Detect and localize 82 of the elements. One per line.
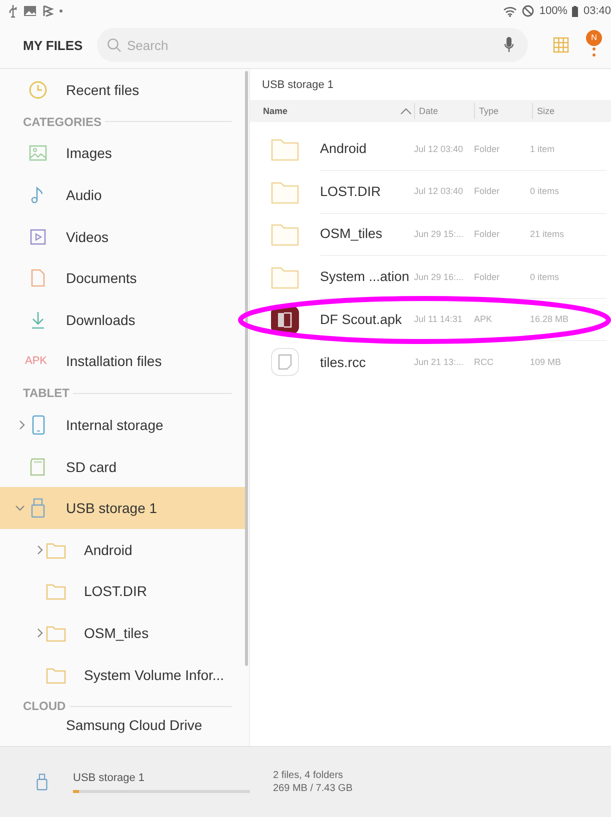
- sidebar-item[interactable]: Documents: [0, 257, 245, 299]
- folder-icon: [271, 265, 299, 290]
- sidebar-item[interactable]: System Volume Infor...: [0, 654, 245, 696]
- breadcrumb: USB storage 1: [261, 78, 335, 93]
- file-date: Jul 11 14:31: [414, 314, 464, 324]
- file-name: LOST.DIR: [320, 184, 382, 199]
- file-type: RCC: [474, 357, 494, 368]
- file-size: 21 items: [530, 228, 564, 239]
- battery-icon: [572, 6, 578, 16]
- file-size: 109 MB: [530, 357, 562, 368]
- search-field[interactable]: Search: [125, 36, 500, 54]
- sidebar-item[interactable]: OSM_tiles: [0, 612, 245, 654]
- file-date: Jul 12 03:40: [414, 186, 464, 196]
- app-title: MY FILES: [23, 38, 84, 52]
- file-row[interactable]: LOST.DIR Jul 12 03:40 Folder 0 items: [250, 170, 611, 214]
- file-icon: [271, 348, 299, 376]
- sidebar-item[interactable]: USB storage 1: [0, 487, 245, 529]
- file-size: 16.28 MB: [530, 314, 569, 324]
- image-icon: [23, 5, 37, 17]
- file-name: OSM_tiles: [320, 226, 384, 242]
- more-icon: [592, 47, 596, 57]
- column-header[interactable]: Name: [250, 103, 414, 119]
- section-header: CATEGORIES: [23, 114, 102, 129]
- sidebar-item[interactable]: Android: [0, 528, 245, 571]
- battery-percent: 100%: [539, 5, 568, 17]
- clock-time: 03:40: [583, 5, 611, 17]
- folder-icon: [271, 137, 299, 162]
- item-count: 2 files, 4 folders: [273, 770, 344, 781]
- file-type: APK: [474, 314, 494, 324]
- folder-icon: [271, 180, 299, 204]
- usb-icon: [8, 4, 18, 18]
- storage-used: 269 MB / 7.43 GB: [273, 783, 352, 794]
- file-type: Folder: [474, 186, 501, 196]
- search-icon: [107, 38, 121, 52]
- file-size: 0 items: [530, 186, 560, 196]
- file-size: 0 items: [530, 272, 560, 282]
- sidebar-item[interactable]: Downloads: [0, 298, 245, 341]
- notification-badge: N: [586, 30, 602, 46]
- file-type: Folder: [474, 228, 501, 239]
- sidebar-item[interactable]: LOST.DIR: [0, 570, 245, 612]
- file-row[interactable]: DF Scout.apk Jul 11 14:31 APK 16.28 MB: [250, 298, 611, 341]
- sidebar-item[interactable]: APK Installation files: [0, 340, 245, 382]
- search-bar[interactable]: Search: [97, 28, 528, 62]
- video-icon: [28, 226, 48, 247]
- file-date: Jun 21 13:...: [414, 357, 465, 368]
- folder-icon: [271, 222, 299, 246]
- file-row[interactable]: tiles.rcc Jun 21 13:... RCC 109 MB: [250, 340, 611, 384]
- section-header: CLOUD: [23, 699, 66, 714]
- sidebar-item[interactable]: Recent files: [0, 69, 245, 111]
- sidebar-item[interactable]: SD card: [0, 446, 245, 488]
- sidebar-item[interactable]: Images: [0, 132, 245, 174]
- file-name: System ...ation: [320, 269, 410, 284]
- file-date: Jun 29 15:...: [414, 228, 465, 239]
- wifi-icon: [503, 6, 518, 16]
- grid-icon[interactable]: [553, 37, 569, 53]
- storage-name: USB storage 1: [73, 772, 146, 784]
- file-type: Folder: [474, 272, 501, 282]
- usb-drive-icon: [36, 772, 48, 792]
- image-icon: [28, 143, 48, 164]
- sidebar-item[interactable]: Internal storage: [0, 404, 245, 446]
- blocked-icon: [522, 5, 534, 17]
- file-name: Android: [320, 141, 368, 156]
- sidebar-item[interactable]: Audio: [0, 174, 245, 216]
- file-name: tiles.rcc: [320, 354, 367, 370]
- file-row[interactable]: System ...ation Jun 29 16:... Folder 0 items: [250, 256, 611, 298]
- scrollbar[interactable]: [245, 71, 248, 666]
- clock-icon: [28, 80, 48, 100]
- file-row[interactable]: Android Jul 12 03:40 Folder 1 item: [250, 128, 611, 171]
- dot-icon: [59, 9, 63, 13]
- file-row[interactable]: OSM_tiles Jun 29 15:... Folder 21 items: [250, 213, 611, 256]
- file-name: DF Scout.apk: [320, 312, 403, 327]
- file-size: 1 item: [530, 144, 555, 154]
- section-header: TABLET: [23, 386, 70, 400]
- file-date: Jul 12 03:40: [414, 144, 464, 154]
- sidebar-item[interactable]: Videos: [0, 216, 245, 258]
- file-type: Folder: [474, 144, 501, 154]
- file-date: Jun 29 16:...: [414, 272, 465, 282]
- sort-caret-icon: [400, 108, 412, 114]
- microphone-icon[interactable]: [504, 37, 514, 53]
- apk-label: APK: [25, 355, 48, 368]
- sidebar-item[interactable]: Samsung Cloud Drive: [0, 717, 245, 734]
- flag-icon: [42, 5, 54, 17]
